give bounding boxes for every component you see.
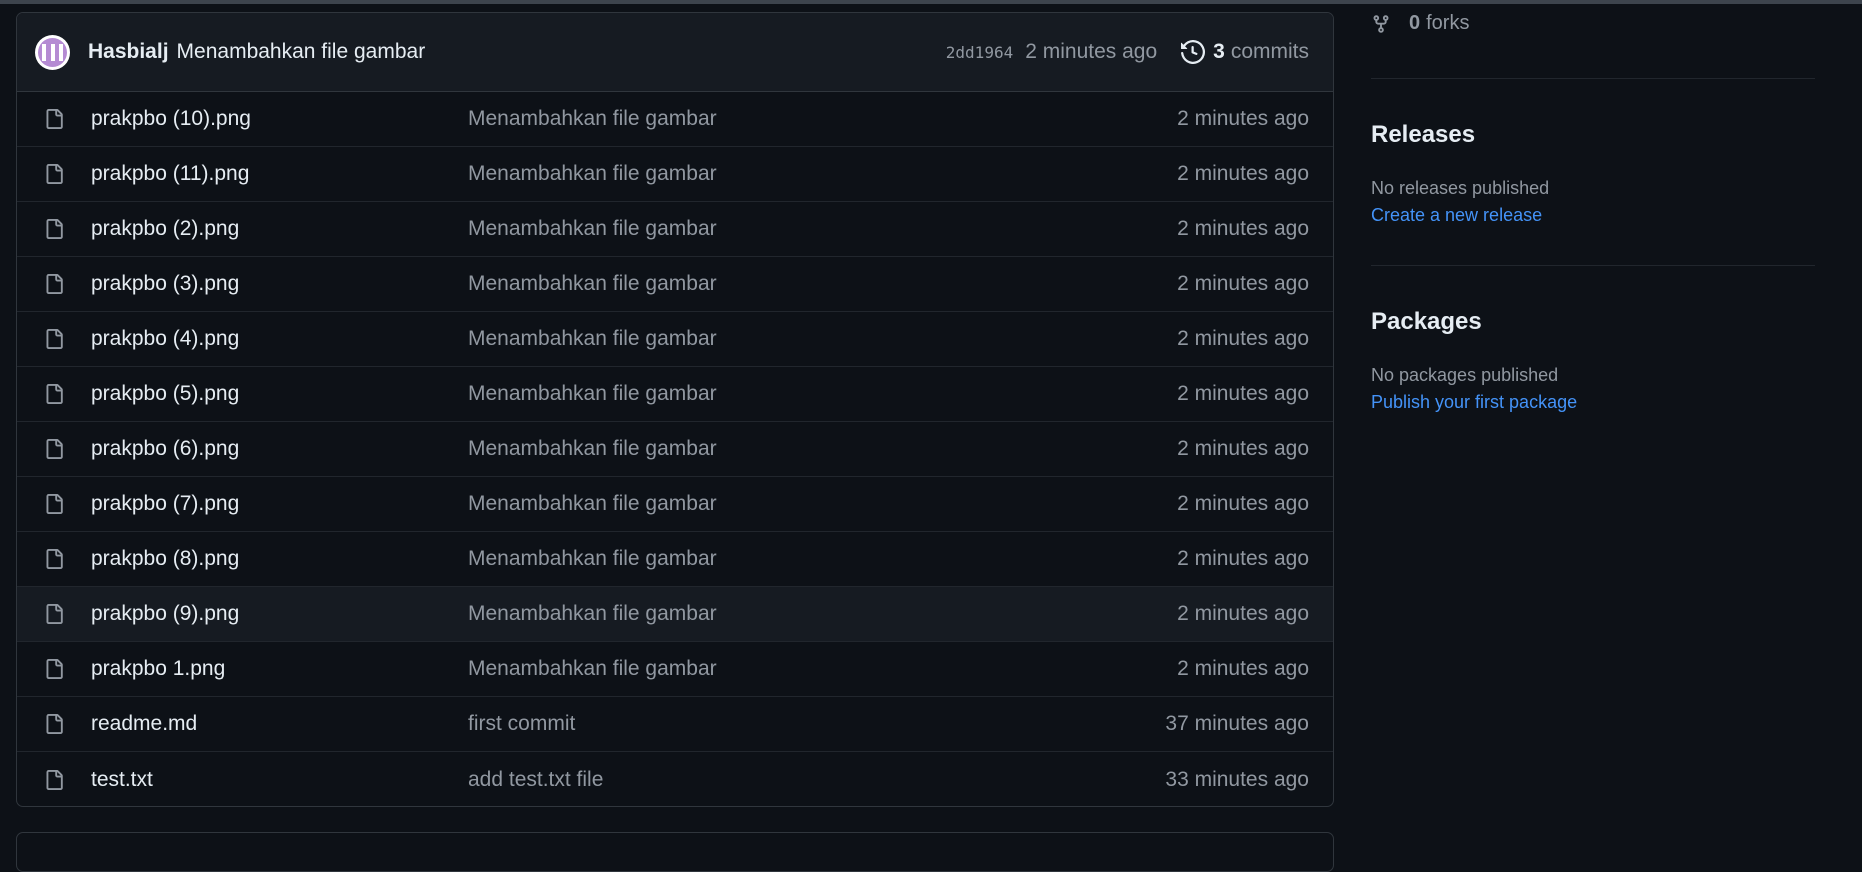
file-name-link[interactable]: prakpbo (3).png xyxy=(91,272,468,296)
file-commit-message[interactable]: Menambahkan file gambar xyxy=(468,492,1177,516)
file-commit-time: 2 minutes ago xyxy=(1177,437,1309,460)
file-icon xyxy=(46,549,63,569)
file-icon xyxy=(46,219,63,239)
file-name-link[interactable]: prakpbo (9).png xyxy=(91,602,468,626)
window-top-border xyxy=(0,0,1862,4)
releases-title[interactable]: Releases xyxy=(1371,121,1475,149)
forks-label: forks xyxy=(1426,12,1470,34)
file-name-link[interactable]: prakpbo (6).png xyxy=(91,437,468,461)
commit-message[interactable]: Menambahkan file gambar xyxy=(177,40,946,64)
file-commit-message[interactable]: Menambahkan file gambar xyxy=(468,382,1177,406)
file-row[interactable]: prakpbo (10).png Menambahkan file gambar 2… xyxy=(17,92,1333,147)
file-name-link[interactable]: prakpbo (11).png xyxy=(91,162,468,186)
file-icon xyxy=(46,439,63,459)
file-row[interactable]: prakpbo (5).png Menambahkan file gambar 2 … xyxy=(17,367,1333,422)
file-icon xyxy=(46,109,63,129)
file-row[interactable]: prakpbo 1.png Menambahkan file gambar 2 mi… xyxy=(17,642,1333,697)
file-row[interactable]: prakpbo (7).png Menambahkan file gambar 2 … xyxy=(17,477,1333,532)
forks-link[interactable]: 0 forks xyxy=(1371,12,1469,35)
create-release-link[interactable]: Create a new release xyxy=(1371,205,1542,226)
file-commit-time: 2 minutes ago xyxy=(1177,492,1309,515)
commit-count: 3 xyxy=(1213,40,1225,63)
history-icon xyxy=(1181,40,1206,64)
file-icon xyxy=(46,769,63,790)
releases-empty-text: No releases published xyxy=(1371,178,1550,198)
file-commit-message[interactable]: Menambahkan file gambar xyxy=(468,162,1177,186)
file-name-link[interactable]: prakpbo (8).png xyxy=(91,547,468,571)
forks-count: 0 xyxy=(1409,12,1421,34)
file-commit-message[interactable]: Menambahkan file gambar xyxy=(468,437,1177,461)
commit-time: 2 minutes ago xyxy=(1025,40,1158,63)
file-commit-message[interactable]: Menambahkan file gambar xyxy=(468,272,1177,296)
file-commit-time: 2 minutes ago xyxy=(1177,657,1309,680)
file-commit-message[interactable]: Menambahkan file gambar xyxy=(468,547,1177,571)
avatar-image xyxy=(38,37,67,67)
fork-icon xyxy=(1373,14,1389,33)
commit-sha[interactable]: 2dd1964 xyxy=(946,43,1013,62)
file-row[interactable]: prakpbo (3).png Menambahkan file gambar 2 … xyxy=(17,257,1333,312)
file-row[interactable]: prakpbo (8).png Menambahkan file gambar 2 … xyxy=(17,532,1333,587)
file-commit-time: 2 minutes ago xyxy=(1177,272,1309,295)
file-icon xyxy=(46,384,63,404)
sidebar-divider xyxy=(1371,265,1815,266)
file-name-link[interactable]: prakpbo (7).png xyxy=(91,492,468,516)
readme-box xyxy=(16,832,1334,872)
file-commit-time: 2 minutes ago xyxy=(1177,547,1309,570)
file-commit-time: 2 minutes ago xyxy=(1177,602,1309,625)
file-list: prakpbo (10).png Menambahkan file gambar 2… xyxy=(17,92,1333,806)
file-row[interactable]: prakpbo (11).png Menambahkan file gambar 2… xyxy=(17,147,1333,202)
file-icon xyxy=(46,659,63,679)
file-commit-time: 33 minutes ago xyxy=(1165,767,1309,791)
file-commit-time: 2 minutes ago xyxy=(1177,217,1309,240)
latest-commit-bar: Hasbialj Menambahkan file gambar 2dd1964… xyxy=(17,13,1333,92)
avatar[interactable] xyxy=(35,34,70,70)
file-commit-message[interactable]: Menambahkan file gambar xyxy=(468,107,1177,131)
sidebar-divider xyxy=(1371,78,1815,79)
file-row[interactable]: test.txt add test.txt file 33 minutes ago xyxy=(17,752,1333,806)
file-commit-message[interactable]: add test.txt file xyxy=(468,768,1165,792)
file-name-link[interactable]: prakpbo (5).png xyxy=(91,382,468,406)
file-name-link[interactable]: prakpbo (10).png xyxy=(91,107,468,131)
packages-empty-text: No packages published xyxy=(1371,365,1559,385)
file-name-link[interactable]: readme.md xyxy=(91,712,468,736)
file-icon xyxy=(46,164,63,184)
file-name-link[interactable]: test.txt xyxy=(91,768,468,792)
file-name-link[interactable]: prakpbo (2).png xyxy=(91,217,468,241)
file-commit-message[interactable]: Menambahkan file gambar xyxy=(468,657,1177,681)
file-row[interactable]: prakpbo (4).png Menambahkan file gambar 2 … xyxy=(17,312,1333,367)
file-commit-time: 2 minutes ago xyxy=(1177,327,1309,350)
file-icon xyxy=(46,604,63,624)
file-commit-time: 37 minutes ago xyxy=(1165,712,1309,735)
file-name-link[interactable]: prakpbo 1.png xyxy=(91,657,468,681)
file-icon xyxy=(46,274,63,294)
file-commit-time: 2 minutes ago xyxy=(1177,382,1309,405)
file-browser: Hasbialj Menambahkan file gambar 2dd1964… xyxy=(16,12,1334,807)
file-row[interactable]: readme.md first commit 37 minutes ago xyxy=(17,697,1333,752)
file-commit-time: 2 minutes ago xyxy=(1177,107,1309,130)
file-icon xyxy=(46,494,63,514)
publish-package-link[interactable]: Publish your first package xyxy=(1371,392,1577,413)
file-name-link[interactable]: prakpbo (4).png xyxy=(91,327,468,351)
file-commit-message[interactable]: Menambahkan file gambar xyxy=(468,602,1177,626)
file-row[interactable]: prakpbo (6).png Menambahkan file gambar 2 … xyxy=(17,422,1333,477)
file-commit-message[interactable]: Menambahkan file gambar xyxy=(468,217,1177,241)
commits-history-link[interactable]: 3 commits xyxy=(1181,40,1309,64)
file-row[interactable]: prakpbo (2).png Menambahkan file gambar 2 … xyxy=(17,202,1333,257)
file-commit-time: 2 minutes ago xyxy=(1177,162,1309,185)
file-commit-message[interactable]: first commit xyxy=(468,712,1165,736)
file-row[interactable]: prakpbo (9).png Menambahkan file gambar 2 … xyxy=(17,587,1333,642)
commit-author[interactable]: Hasbialj xyxy=(88,40,169,64)
file-icon xyxy=(46,714,63,734)
file-icon xyxy=(46,329,63,349)
commits-label: commits xyxy=(1230,40,1309,63)
packages-title[interactable]: Packages xyxy=(1371,308,1482,336)
file-commit-message[interactable]: Menambahkan file gambar xyxy=(468,327,1177,351)
